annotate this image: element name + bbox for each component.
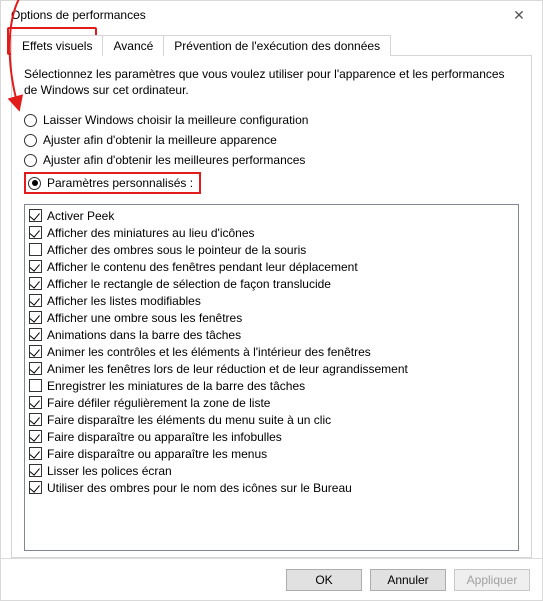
- checkbox-label: Animer les fenêtres lors de leur réducti…: [47, 362, 408, 376]
- list-item[interactable]: Animations dans la barre des tâches: [29, 326, 514, 343]
- checkbox-icon[interactable]: [29, 413, 42, 426]
- button-label: Annuler: [387, 573, 428, 587]
- radio-icon: [24, 114, 37, 127]
- checkbox-label: Animations dans la barre des tâches: [47, 328, 241, 342]
- radio-label: Ajuster afin d'obtenir les meilleures pe…: [43, 153, 305, 167]
- list-item[interactable]: Faire disparaître ou apparaître les info…: [29, 428, 514, 445]
- tab-label: Avancé: [113, 39, 153, 53]
- checkbox-label: Lisser les polices écran: [47, 464, 172, 478]
- checkbox-icon[interactable]: [29, 226, 42, 239]
- annotation-radio-highlight: Paramètres personnalisés :: [24, 172, 201, 194]
- checkbox-icon[interactable]: [29, 430, 42, 443]
- checkbox-label: Afficher une ombre sous les fenêtres: [47, 311, 242, 325]
- list-item[interactable]: Afficher des ombres sous le pointeur de …: [29, 241, 514, 258]
- checkbox-label: Utiliser des ombres pour le nom des icôn…: [47, 481, 352, 495]
- checkbox-label: Animer les contrôles et les éléments à l…: [47, 345, 371, 359]
- checkbox-label: Enregistrer les miniatures de la barre d…: [47, 379, 305, 393]
- tab-label: Prévention de l'exécution des données: [174, 39, 380, 53]
- list-item[interactable]: Faire disparaître ou apparaître les menu…: [29, 445, 514, 462]
- checkbox-icon[interactable]: [29, 362, 42, 375]
- checkbox-icon[interactable]: [29, 464, 42, 477]
- radio-custom[interactable]: Paramètres personnalisés :: [28, 175, 193, 191]
- window-title: Options de performances: [11, 8, 146, 22]
- radio-label: Ajuster afin d'obtenir la meilleure appa…: [43, 133, 277, 147]
- checkbox-icon[interactable]: [29, 260, 42, 273]
- checkbox-icon[interactable]: [29, 294, 42, 307]
- checkbox-icon[interactable]: [29, 396, 42, 409]
- radio-icon: [24, 134, 37, 147]
- checkbox-icon[interactable]: [29, 243, 42, 256]
- checkbox-label: Afficher des ombres sous le pointeur de …: [47, 243, 306, 257]
- radio-best-performance[interactable]: Ajuster afin d'obtenir les meilleures pe…: [24, 150, 519, 170]
- list-item[interactable]: Afficher le rectangle de sélection de fa…: [29, 275, 514, 292]
- list-item[interactable]: Utiliser des ombres pour le nom des icôn…: [29, 479, 514, 496]
- radio-group: Laisser Windows choisir la meilleure con…: [24, 110, 519, 194]
- checkbox-label: Afficher des miniatures au lieu d'icônes: [47, 226, 255, 240]
- checkbox-icon[interactable]: [29, 379, 42, 392]
- button-label: Appliquer: [467, 573, 518, 587]
- tab-strip: Effets visuels Avancé Prévention de l'ex…: [11, 33, 532, 56]
- checkbox-label: Faire disparaître ou apparaître les menu…: [47, 447, 267, 461]
- checkbox-label: Afficher le contenu des fenêtres pendant…: [47, 260, 358, 274]
- tab-advanced[interactable]: Avancé: [102, 35, 164, 56]
- radio-label: Laisser Windows choisir la meilleure con…: [43, 113, 308, 127]
- tab-visual-effects[interactable]: Effets visuels: [11, 35, 103, 56]
- window-titlebar: Options de performances ✕: [1, 1, 542, 29]
- ok-button[interactable]: OK: [286, 569, 362, 591]
- list-item[interactable]: Faire disparaître les éléments du menu s…: [29, 411, 514, 428]
- list-item[interactable]: Faire défiler régulièrement la zone de l…: [29, 394, 514, 411]
- cancel-button[interactable]: Annuler: [370, 569, 446, 591]
- radio-let-windows[interactable]: Laisser Windows choisir la meilleure con…: [24, 110, 519, 130]
- list-item[interactable]: Afficher les listes modifiables: [29, 292, 514, 309]
- close-icon[interactable]: ✕: [504, 7, 534, 24]
- checkbox-label: Faire disparaître les éléments du menu s…: [47, 413, 331, 427]
- checkbox-label: Faire défiler régulièrement la zone de l…: [47, 396, 270, 410]
- intro-text: Sélectionnez les paramètres que vous vou…: [24, 66, 519, 98]
- checkbox-label: Faire disparaître ou apparaître les info…: [47, 430, 282, 444]
- tab-label: Effets visuels: [22, 39, 92, 53]
- list-item[interactable]: Animer les contrôles et les éléments à l…: [29, 343, 514, 360]
- list-item[interactable]: Activer Peek: [29, 207, 514, 224]
- list-item[interactable]: Afficher le contenu des fenêtres pendant…: [29, 258, 514, 275]
- checkbox-icon[interactable]: [29, 311, 42, 324]
- button-label: OK: [315, 573, 332, 587]
- list-item[interactable]: Enregistrer les miniatures de la barre d…: [29, 377, 514, 394]
- list-item[interactable]: Afficher une ombre sous les fenêtres: [29, 309, 514, 326]
- radio-label: Paramètres personnalisés :: [47, 176, 193, 190]
- radio-icon: [28, 177, 41, 190]
- checkbox-icon[interactable]: [29, 277, 42, 290]
- checkbox-label: Activer Peek: [47, 209, 114, 223]
- list-item[interactable]: Afficher des miniatures au lieu d'icônes: [29, 224, 514, 241]
- dialog-button-bar: OK Annuler Appliquer: [1, 558, 542, 600]
- checkbox-icon[interactable]: [29, 345, 42, 358]
- performance-options-window: Options de performances ✕ Effets visuels…: [0, 0, 543, 601]
- checkbox-icon[interactable]: [29, 209, 42, 222]
- visual-effects-list[interactable]: Activer Peek Afficher des miniatures au l…: [24, 204, 519, 551]
- apply-button[interactable]: Appliquer: [454, 569, 530, 591]
- content-area: Effets visuels Avancé Prévention de l'ex…: [1, 29, 542, 558]
- checkbox-label: Afficher le rectangle de sélection de fa…: [47, 277, 331, 291]
- list-item[interactable]: Animer les fenêtres lors de leur réducti…: [29, 360, 514, 377]
- list-item[interactable]: Lisser les polices écran: [29, 462, 514, 479]
- tab-dep[interactable]: Prévention de l'exécution des données: [163, 35, 391, 56]
- radio-icon: [24, 154, 37, 167]
- checkbox-icon[interactable]: [29, 481, 42, 494]
- radio-best-appearance[interactable]: Ajuster afin d'obtenir la meilleure appa…: [24, 130, 519, 150]
- checkbox-icon[interactable]: [29, 328, 42, 341]
- tab-panel-visual: Sélectionnez les paramètres que vous vou…: [11, 55, 532, 558]
- checkbox-icon[interactable]: [29, 447, 42, 460]
- checkbox-label: Afficher les listes modifiables: [47, 294, 201, 308]
